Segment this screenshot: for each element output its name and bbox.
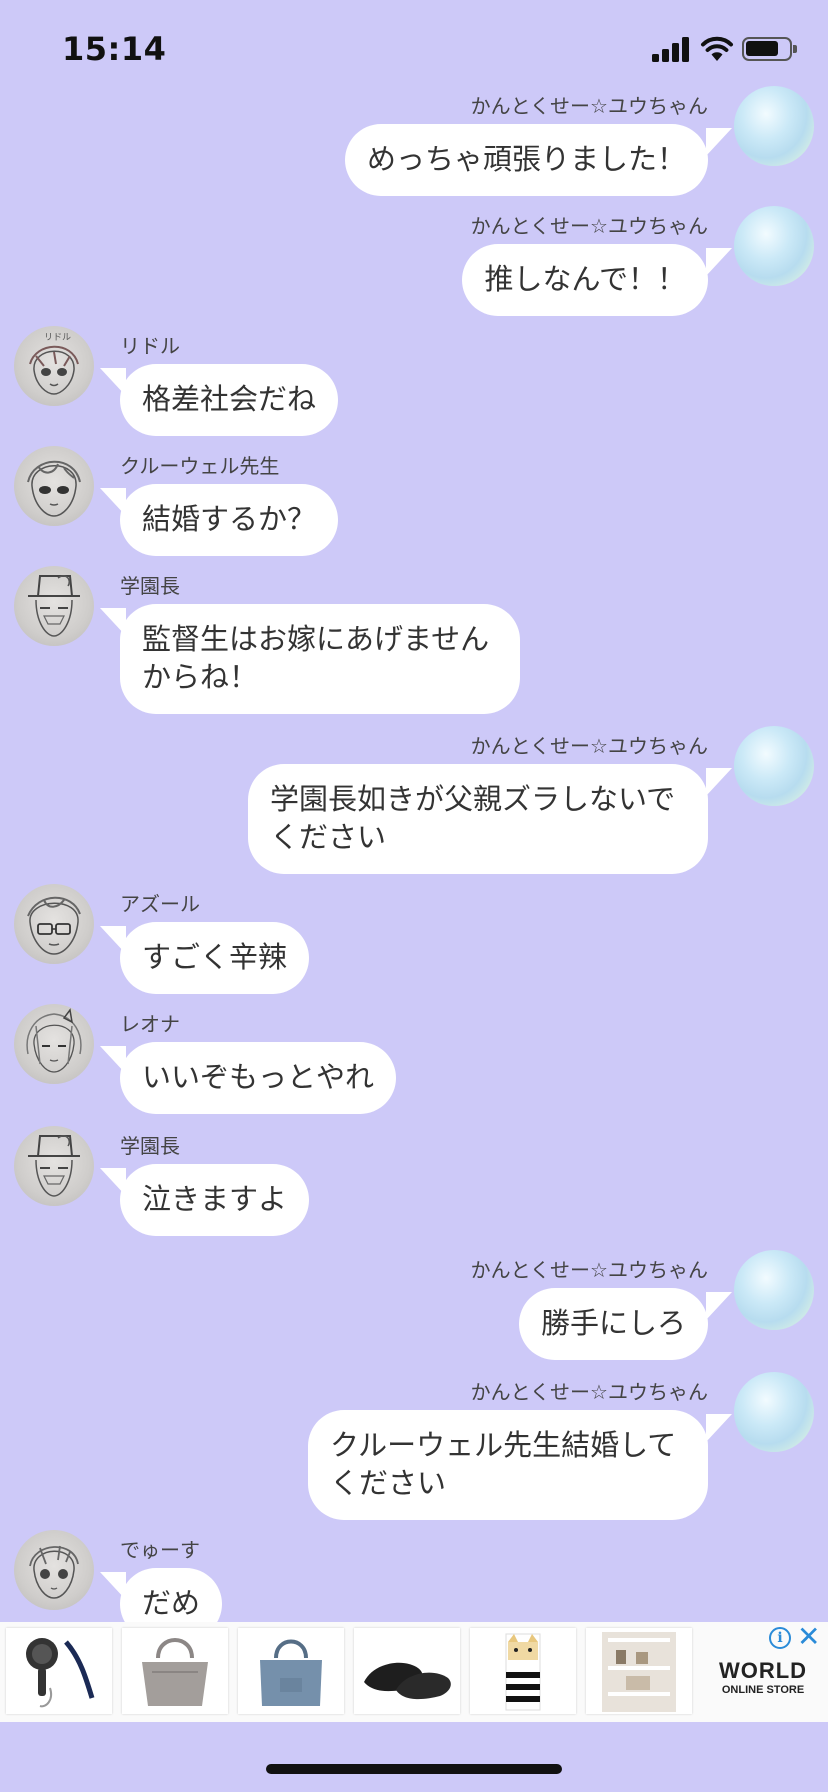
avatar[interactable]	[734, 86, 814, 166]
message-text: 格差社会だね	[142, 382, 317, 416]
sender-name: かんとくせー☆ユウちゃん	[470, 214, 708, 238]
avatar[interactable]	[734, 206, 814, 286]
message-text: クルーウェル先生結婚して	[330, 1428, 677, 1462]
ad-banner[interactable]: WORLD ONLINE STORE i ✕	[0, 1622, 828, 1722]
message-bubble[interactable]: 格差社会だね	[120, 364, 339, 436]
message-text: だめ	[142, 1586, 201, 1620]
avatar[interactable]	[14, 1004, 94, 1084]
message-incoming: でゅーす だめ	[0, 1530, 828, 1622]
ad-product-cat-pattern-item[interactable]	[470, 1628, 576, 1714]
sender-name: かんとくせー☆ユウちゃん	[470, 1380, 708, 1404]
avatar[interactable]	[734, 726, 814, 806]
avatar[interactable]	[14, 1530, 94, 1610]
sender-name: 学園長	[120, 574, 180, 598]
bubble-tail	[706, 248, 732, 276]
status-bar: 15:14	[0, 0, 828, 100]
sketch-portrait-icon	[28, 1135, 80, 1197]
message-text: すごく辛辣	[142, 940, 288, 974]
message-text: 学園長如きが父親ズラしないで	[270, 782, 676, 816]
message-incoming: 学園長 泣きますよ	[0, 1126, 828, 1246]
message-text: からね！	[142, 660, 259, 694]
avatar[interactable]	[14, 1126, 94, 1206]
bubble-tail	[706, 768, 732, 796]
ad-brand-sub: ONLINE STORE	[721, 1684, 805, 1696]
message-outgoing: かんとくせー☆ユウちゃん めっちゃ頑張りました！	[0, 86, 828, 206]
message-bubble[interactable]: いいぞもっとやれ	[120, 1042, 397, 1114]
message-bubble[interactable]: 推しなんで！！	[462, 244, 708, 316]
message-bubble[interactable]: 結婚するか？	[120, 484, 339, 556]
message-text: 泣きますよ	[142, 1182, 288, 1216]
message-bubble[interactable]: すごく辛辣	[120, 922, 310, 994]
ad-brand-name: WORLD	[718, 1658, 808, 1683]
avatar[interactable]	[14, 566, 94, 646]
sketch-portrait-icon	[27, 460, 81, 517]
message-incoming: 学園長 監督生はお嫁にあげません からね！	[0, 566, 828, 726]
ad-product-handy-fan[interactable]	[6, 1628, 112, 1714]
message-outgoing: かんとくせー☆ユウちゃん 推しなんで！！	[0, 206, 828, 326]
message-incoming: クルーウェル先生 結婚するか？	[0, 446, 828, 566]
sketch-portrait-icon	[27, 896, 81, 955]
sender-name: かんとくせー☆ユウちゃん	[470, 1258, 708, 1282]
sketch-portrait-icon	[26, 1008, 82, 1073]
message-bubble[interactable]: 泣きますよ	[120, 1164, 310, 1236]
ad-info-icon[interactable]: i	[769, 1627, 791, 1649]
message-outgoing: かんとくせー☆ユウちゃん 勝手にしろ	[0, 1250, 828, 1370]
message-bubble[interactable]: 勝手にしろ	[518, 1288, 708, 1360]
sender-name: レオナ	[120, 1012, 180, 1036]
avatar[interactable]	[14, 884, 94, 964]
battery-icon	[742, 37, 797, 61]
message-incoming: リドル リドル 格差社会だね	[0, 326, 828, 446]
message-text: 結婚するか？	[142, 502, 317, 536]
avatar[interactable]	[734, 1372, 814, 1452]
message-outgoing: かんとくせー☆ユウちゃん 学園長如きが父親ズラしないで ください	[0, 726, 828, 886]
sketch-portrait-icon	[28, 575, 80, 637]
ad-product-black-flat-shoes[interactable]	[354, 1628, 460, 1714]
sender-name: かんとくせー☆ユウちゃん	[470, 734, 708, 758]
message-outgoing: かんとくせー☆ユウちゃん クルーウェル先生結婚して ください	[0, 1372, 828, 1532]
avatar[interactable]	[734, 1250, 814, 1330]
message-text: めっちゃ頑張りました！	[366, 142, 686, 176]
message-text: いいぞもっとやれ	[142, 1060, 375, 1094]
sender-name: かんとくせー☆ユウちゃん	[470, 94, 708, 118]
message-text: ください	[270, 820, 387, 854]
sender-name: リドル	[120, 334, 180, 358]
sender-name: 学園長	[120, 1134, 180, 1158]
avatar[interactable]: リドル	[14, 326, 94, 406]
message-text: 推しなんで！！	[484, 262, 686, 296]
bubble-tail	[706, 1414, 732, 1442]
ad-product-gray-tote-bag[interactable]	[122, 1628, 228, 1714]
message-bubble[interactable]: クルーウェル先生結婚して ください	[308, 1410, 708, 1520]
bubble-tail	[706, 1292, 732, 1320]
ad-brand-logo[interactable]: WORLD ONLINE STORE	[708, 1658, 818, 1696]
message-incoming: レオナ いいぞもっとやれ	[0, 1004, 828, 1124]
sender-name: クルーウェル先生	[120, 454, 280, 478]
message-incoming: アズール すごく辛辣	[0, 884, 828, 1004]
cellular-signal-icon	[652, 36, 692, 62]
bubble-tail	[706, 128, 732, 156]
avatar[interactable]	[14, 446, 94, 526]
ad-product-blue-tote-bag[interactable]	[238, 1628, 344, 1714]
message-bubble[interactable]: 監督生はお嫁にあげません からね！	[120, 604, 520, 714]
svg-text:リドル: リドル	[44, 333, 71, 343]
ad-close-icon[interactable]: ✕	[797, 1622, 820, 1652]
message-bubble[interactable]: 学園長如きが父親ズラしないで ください	[248, 764, 708, 874]
message-text: 監督生はお嫁にあげません	[142, 622, 490, 656]
home-indicator[interactable]	[266, 1764, 562, 1774]
status-time: 15:14	[62, 30, 167, 68]
sketch-portrait-icon: リドル	[29, 333, 79, 395]
message-text: ください	[330, 1466, 447, 1500]
message-bubble[interactable]: だめ	[120, 1568, 223, 1622]
wifi-icon	[700, 34, 734, 62]
ad-product-white-shelf[interactable]	[586, 1628, 692, 1714]
sender-name: でゅーす	[120, 1538, 200, 1562]
sketch-portrait-icon	[29, 1545, 79, 1599]
message-text: 勝手にしろ	[540, 1306, 686, 1340]
message-bubble[interactable]: めっちゃ頑張りました！	[344, 124, 708, 196]
sender-name: アズール	[120, 892, 200, 916]
